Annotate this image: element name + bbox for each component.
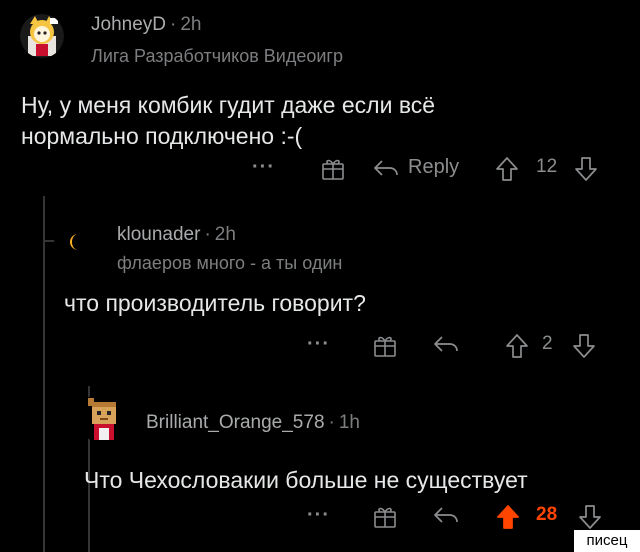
downvote-button[interactable] [578, 504, 602, 530]
username[interactable]: JohneyD [91, 14, 166, 35]
vote-score: 28 [536, 504, 558, 525]
award-icon [372, 333, 398, 359]
comment-line: что производитель говорит? [64, 290, 366, 316]
comment: klounader · 2h флаеров много - а ты один ч… [0, 190, 640, 380]
upvote-button[interactable] [505, 333, 529, 359]
comment-actions: ··· Reply 12 [0, 156, 640, 186]
award-button[interactable] [320, 156, 346, 182]
downvote-icon [572, 333, 596, 359]
avatar[interactable] [20, 14, 64, 58]
separator: · [170, 14, 177, 35]
comment: JohneyD · 2h Лига Разработчиков Видеоигр Н… [0, 0, 640, 190]
downvote-icon [574, 156, 598, 182]
reply-arrow-icon [432, 333, 460, 355]
reply-button[interactable]: Reply [372, 156, 459, 179]
comment-line: нормально подключено :-( [21, 123, 303, 149]
upvote-icon [495, 156, 519, 182]
more-button[interactable]: ··· [307, 504, 330, 527]
avatar[interactable] [54, 220, 98, 264]
more-icon: ··· [252, 156, 275, 178]
comment-body: Ну, у меня комбик гудит даже если всё но… [21, 90, 621, 152]
reply-arrow-icon [372, 157, 400, 179]
comment-actions: ··· [0, 333, 640, 363]
downvote-button[interactable] [574, 156, 598, 182]
vote-score: 12 [536, 156, 558, 177]
upvote-icon [505, 333, 529, 359]
reply-button[interactable] [432, 504, 460, 526]
award-icon [372, 504, 398, 530]
avatar[interactable] [78, 392, 130, 444]
comment-line: Что Чехословакии больше не существует [84, 467, 528, 493]
comment-body: что производитель говорит? [64, 288, 624, 319]
user-flair: флаеров много - а ты один [117, 253, 343, 273]
user-flair: Лига Разработчиков Видеоигр [91, 46, 344, 66]
upvote-button-active[interactable] [496, 504, 520, 530]
username[interactable]: Brilliant_Orange_578 [146, 412, 325, 433]
separator: · [328, 412, 335, 433]
more-icon: ··· [307, 333, 330, 355]
reply-button[interactable] [432, 333, 460, 355]
username[interactable]: klounader [117, 224, 200, 245]
reply-label: Reply [408, 156, 460, 178]
vote-score: 2 [542, 333, 553, 354]
more-button[interactable]: ··· [252, 156, 275, 179]
award-button[interactable] [372, 333, 398, 359]
downvote-icon [578, 504, 602, 530]
comment: Brilliant_Orange_578 · 1h Что Чехословакии… [0, 380, 640, 552]
timestamp: 2h [214, 224, 236, 245]
timestamp: 2h [180, 14, 202, 35]
upvote-button[interactable] [495, 156, 519, 182]
reply-arrow-icon [432, 504, 460, 526]
award-icon [320, 156, 346, 182]
more-icon: ··· [307, 504, 330, 526]
comment-body: Что Чехословакии больше не существует [84, 465, 624, 496]
more-button[interactable]: ··· [307, 333, 330, 356]
upvote-icon [496, 504, 520, 530]
separator: · [204, 224, 211, 245]
downvote-button[interactable] [572, 333, 596, 359]
award-button[interactable] [372, 504, 398, 530]
comment-actions: ··· [0, 504, 640, 534]
timestamp: 1h [338, 412, 360, 433]
watermark: писец [574, 530, 640, 552]
comment-line: Ну, у меня комбик гудит даже если всё [21, 92, 436, 118]
